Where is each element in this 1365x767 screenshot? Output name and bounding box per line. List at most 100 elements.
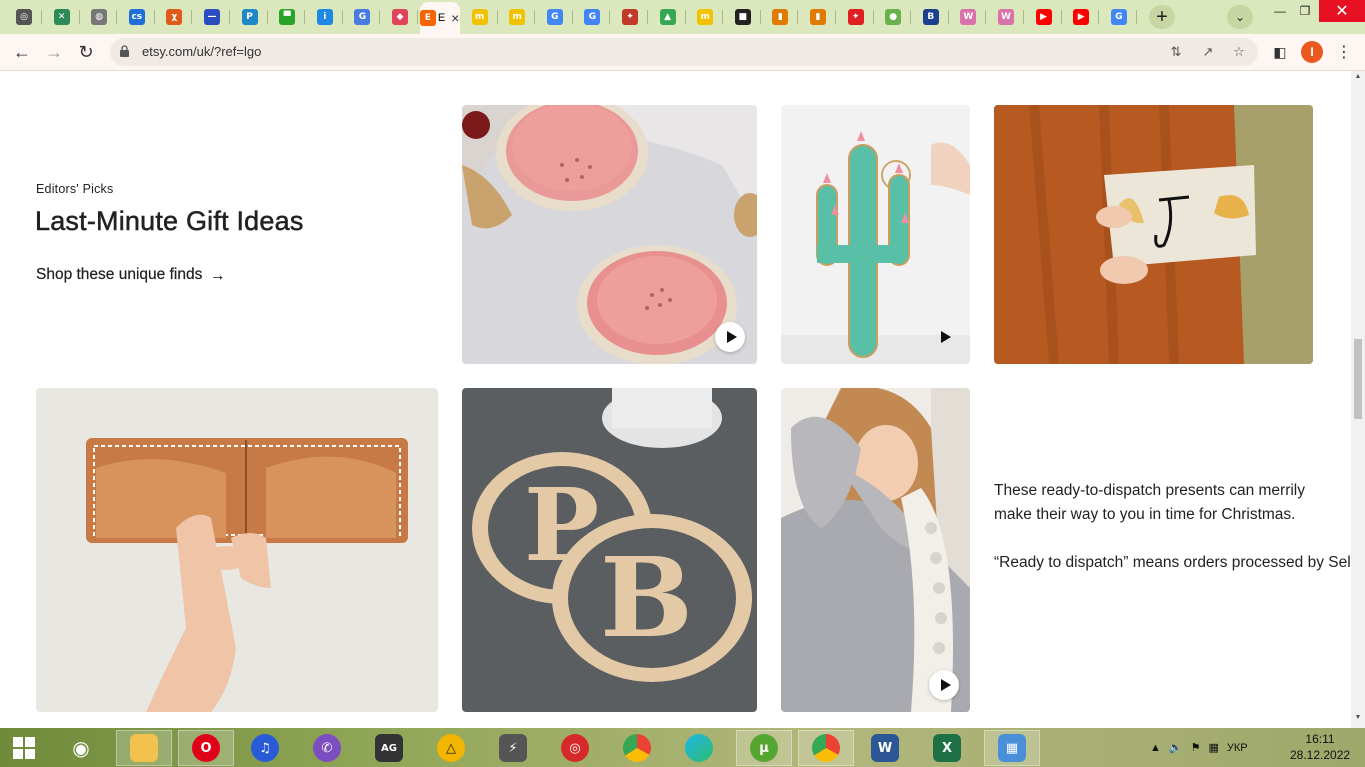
browser-tab[interactable]: ▶ (1026, 4, 1062, 30)
taskbar-chrome-active[interactable] (798, 730, 854, 766)
taskbar-headphones[interactable]: ♫ (240, 730, 290, 766)
browser-tab[interactable]: m (499, 4, 536, 30)
word-icon[interactable]: W (871, 734, 899, 762)
close-window-icon[interactable]: ✕ (1319, 0, 1365, 22)
menu-kebab-icon[interactable]: ⋮ (1330, 38, 1358, 66)
excel-icon[interactable]: X (933, 734, 961, 762)
browser-tab[interactable]: W (950, 4, 987, 30)
browser-tab[interactable]: ◍ (81, 4, 118, 30)
browser-tab[interactable]: cs (119, 4, 155, 30)
network-signal-icon[interactable]: ▦ (1208, 741, 1218, 754)
plush-image[interactable] (781, 388, 970, 712)
folder-icon[interactable] (130, 734, 158, 762)
browser-tab[interactable]: — (194, 4, 230, 30)
browser-tab[interactable]: G (344, 4, 381, 30)
taskbar-word[interactable]: W (860, 730, 910, 766)
alien-icon[interactable]: ◉ (67, 734, 95, 762)
product-card-soap-dishes[interactable] (462, 105, 757, 364)
product-card-cactus[interactable] (781, 105, 970, 364)
browser-tab[interactable]: ◎ (6, 4, 42, 30)
translate-icon[interactable]: ⇅ (1167, 43, 1185, 61)
browser-tab[interactable]: ✦ (612, 4, 648, 30)
arrow-right-icon[interactable]: → (210, 266, 225, 283)
viber-icon[interactable]: ✆ (313, 734, 341, 762)
active-tab-title[interactable]: E (438, 12, 445, 24)
bookmark-star-icon[interactable]: ☆ (1230, 43, 1248, 61)
browser-tab[interactable]: ▶ (1063, 4, 1100, 30)
pouch-image[interactable] (994, 105, 1313, 364)
back-icon[interactable]: ← (8, 38, 36, 66)
taskbar-file-explorer[interactable] (116, 730, 172, 766)
volume-icon[interactable]: 🔈 (1169, 741, 1183, 754)
browser-tab[interactable]: ✕ (44, 4, 80, 30)
browser-tab[interactable]: G (574, 4, 611, 30)
profile-avatar[interactable]: I (1301, 41, 1323, 63)
start-button[interactable] (0, 730, 48, 766)
browser-tab[interactable]: ✦ (838, 4, 874, 30)
tab-active[interactable]: E E × (419, 2, 460, 34)
share-icon[interactable]: ↗ (1199, 43, 1217, 61)
url-text[interactable]: etsy.com/uk/?ref=lgo (142, 44, 261, 59)
play-video-icon[interactable] (929, 670, 959, 700)
scroll-down-icon[interactable]: ▼ (1354, 714, 1362, 721)
product-card-plush[interactable] (781, 388, 970, 712)
side-panel-icon[interactable]: ◧ (1266, 38, 1294, 66)
browser-tab[interactable]: i (307, 4, 343, 30)
taskbar-chrome[interactable] (612, 730, 662, 766)
shop-link-label[interactable]: Shop these unique finds (36, 266, 203, 284)
flag-icon[interactable]: ⚑ (1191, 741, 1201, 754)
coasters-image[interactable]: P B (462, 388, 757, 712)
edge-icon[interactable] (685, 734, 713, 762)
chrome-icon[interactable] (623, 734, 651, 762)
triangle-logo-icon[interactable]: △ (437, 734, 465, 762)
play-video-icon[interactable] (929, 322, 959, 352)
taskbar-bolt-app[interactable]: ⚡ (488, 730, 538, 766)
target-icon[interactable]: ◎ (561, 734, 589, 762)
browser-tab[interactable]: χ (156, 4, 193, 30)
tab-search-button[interactable]: ⌄ (1227, 5, 1253, 29)
taskbar-audio-app[interactable]: AG (364, 730, 414, 766)
show-hidden-icons-icon[interactable]: ▲ (1150, 742, 1161, 754)
browser-tab[interactable]: G (537, 4, 573, 30)
address-bar[interactable]: etsy.com/uk/?ref=lgo ⇅ ↗ ☆ (110, 38, 1258, 66)
lock-icon[interactable] (120, 45, 129, 57)
taskbar-opera[interactable]: O (178, 730, 234, 766)
browser-tab[interactable]: ◆ (382, 4, 418, 30)
browser-tab[interactable]: B (913, 4, 949, 30)
headphones-icon[interactable]: ♫ (251, 734, 279, 762)
taskbar-viber[interactable]: ✆ (302, 730, 352, 766)
shop-unique-finds-link[interactable]: Shop these unique finds → (36, 266, 226, 284)
chrome-icon[interactable] (812, 734, 840, 762)
close-tab-icon[interactable]: × (451, 10, 459, 26)
control-panel-icon[interactable]: ▦ (998, 734, 1026, 762)
reload-icon[interactable]: ↻ (72, 38, 100, 66)
browser-tab[interactable]: ■ (725, 4, 761, 30)
browser-tab[interactable]: ▲ (650, 4, 686, 30)
language-indicator[interactable]: УКР (1227, 742, 1248, 754)
bolt-icon[interactable]: ⚡ (499, 734, 527, 762)
scrollbar-thumb[interactable] (1354, 339, 1362, 419)
browser-tab[interactable]: W (988, 4, 1024, 30)
browser-tab[interactable]: m (687, 4, 724, 30)
windows-logo-icon[interactable] (12, 736, 36, 760)
restore-icon[interactable]: ❐ (1290, 0, 1320, 22)
browser-tab[interactable]: ▮ (800, 4, 836, 30)
product-card-pouch[interactable] (994, 105, 1313, 364)
taskbar-excel[interactable]: X (922, 730, 972, 766)
taskbar-archicad[interactable]: △ (426, 730, 476, 766)
taskbar-edge[interactable] (674, 730, 724, 766)
browser-tab[interactable]: m (462, 4, 498, 30)
new-tab-button[interactable]: + (1149, 5, 1175, 29)
taskbar-control-panel[interactable]: ▦ (984, 730, 1040, 766)
taskbar-target-app[interactable]: ◎ (550, 730, 600, 766)
page-scrollbar[interactable]: ▲ ▼ (1351, 71, 1365, 728)
soap-dish-image[interactable] (462, 105, 757, 364)
browser-tab[interactable]: G (1101, 4, 1137, 30)
play-video-icon[interactable] (715, 322, 745, 352)
browser-tab[interactable]: P (232, 4, 268, 30)
taskbar-utorrent[interactable]: µ (736, 730, 792, 766)
product-card-coasters[interactable]: P B (462, 388, 757, 712)
utorrent-icon[interactable]: µ (750, 734, 778, 762)
taskbar-alien-app[interactable]: ◉ (56, 730, 106, 766)
forward-icon[interactable]: → (40, 38, 68, 66)
